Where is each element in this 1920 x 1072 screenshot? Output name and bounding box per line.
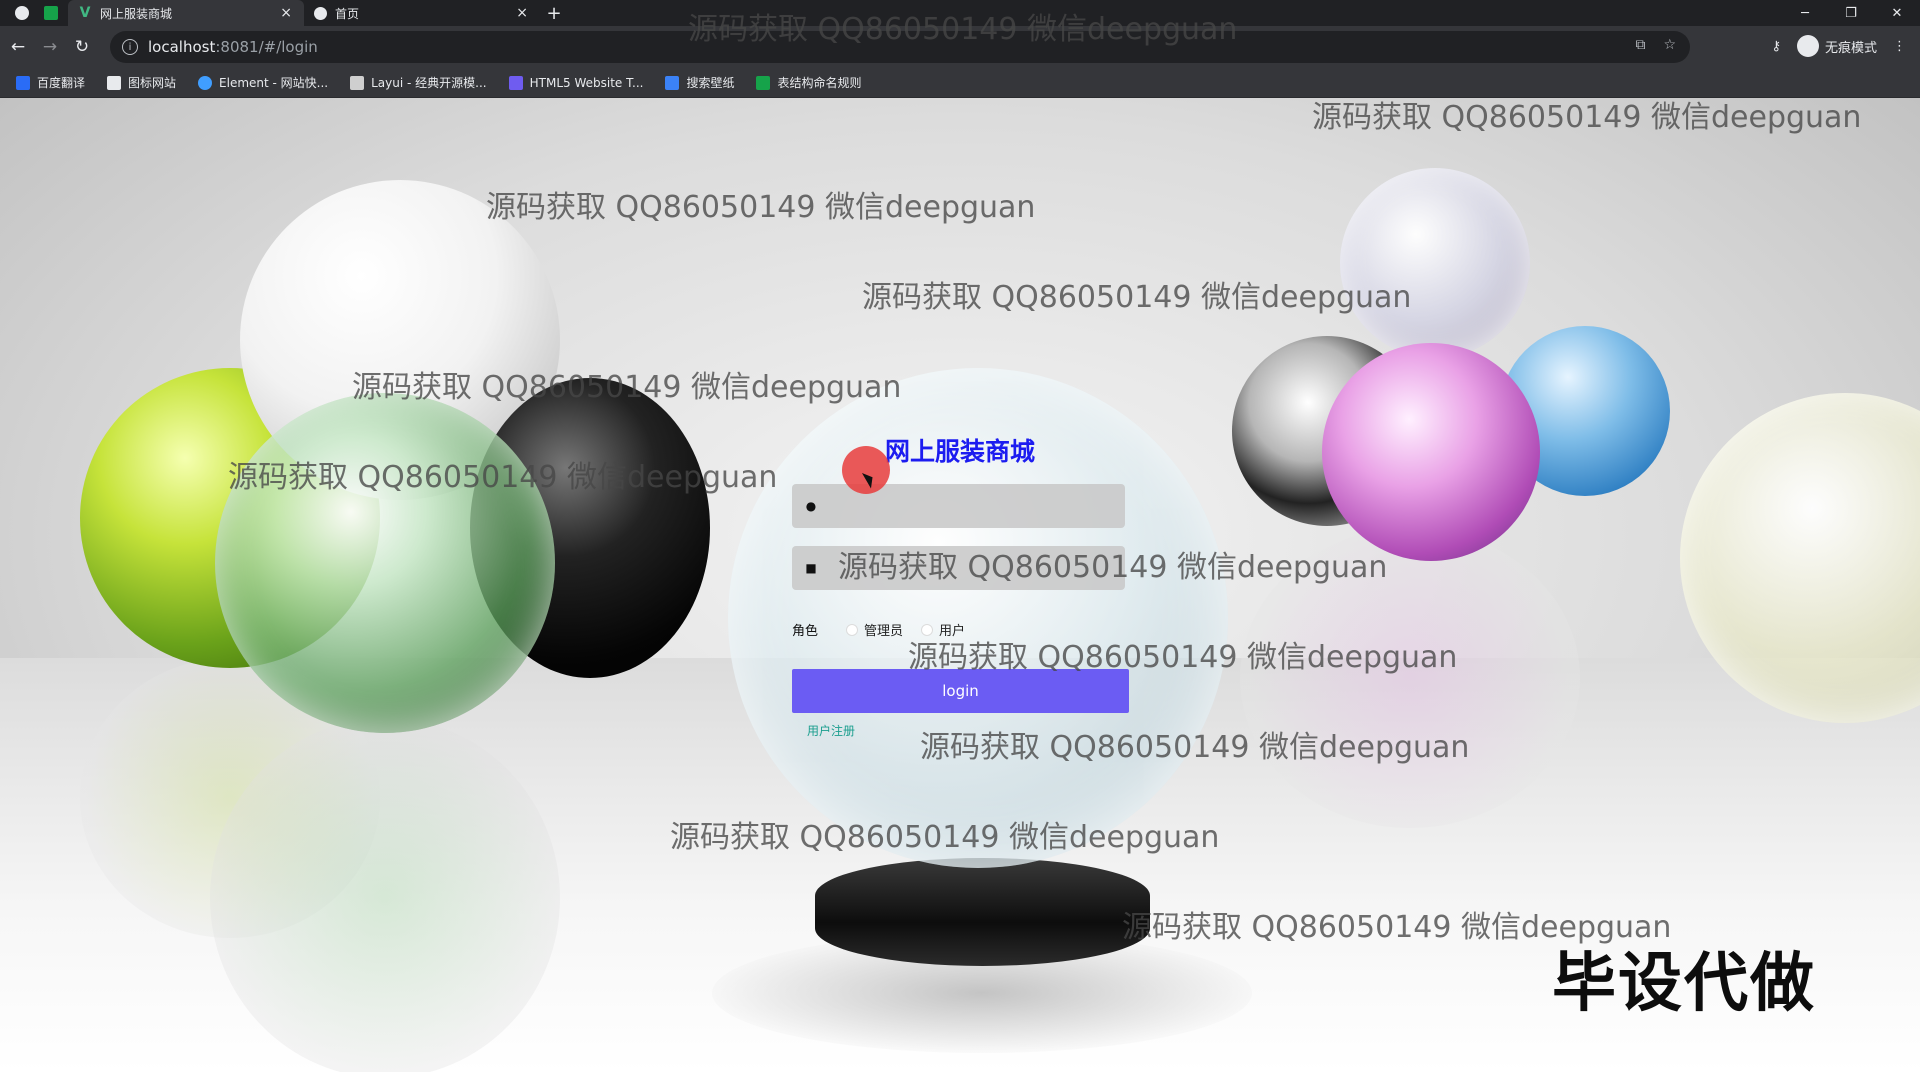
tab-close-icon[interactable]: × <box>278 5 294 21</box>
background-pedestal <box>815 858 1150 966</box>
back-icon[interactable]: ← <box>2 37 34 57</box>
tab-active[interactable]: V 网上服装商城 × <box>68 0 304 26</box>
translate-icon[interactable]: ⧉ <box>1635 37 1645 53</box>
bookmark-label: 图标网站 <box>128 76 177 90</box>
register-link[interactable]: 用户注册 <box>807 722 855 739</box>
key-icon[interactable]: ⚷ <box>1771 39 1781 54</box>
wallpaper-icon <box>665 75 680 90</box>
bookmark-label: 搜索壁纸 <box>686 76 735 90</box>
password-input[interactable] <box>828 547 1125 589</box>
tab-close-icon[interactable]: × <box>514 5 530 21</box>
bookmark-label: Layui - 经典开源模... <box>371 76 487 90</box>
bookmark-item[interactable]: 百度翻译 <box>8 71 93 95</box>
bookmark-label: 百度翻译 <box>37 76 86 90</box>
address-bar-row: ← → ↻ i localhost:8081/#/login ⧉ ☆ ⚷ 无痕模… <box>0 26 1920 68</box>
close-window-button[interactable]: ✕ <box>1874 0 1920 26</box>
vue-logo-icon: V <box>79 5 91 21</box>
tab-title: 首页 <box>335 6 360 21</box>
bookmark-item[interactable]: 表结构命名规则 <box>748 71 869 95</box>
url-path: :8081/#/login <box>215 38 318 56</box>
bookmark-icon <box>16 75 30 90</box>
window-controls: ─ ❐ ✕ <box>1782 0 1920 26</box>
tab-home[interactable]: 首页 × <box>304 0 540 26</box>
bookmark-item[interactable]: Element - 网站快... <box>190 71 336 95</box>
role-label: 角色 <box>792 624 819 639</box>
bookmark-item[interactable]: Layui - 经典开源模... <box>342 71 494 95</box>
pinned-tab-icon[interactable] <box>44 6 58 20</box>
element-logo-icon <box>198 75 213 90</box>
incognito-label: 无痕模式 <box>1824 40 1877 56</box>
login-button[interactable]: login <box>792 669 1129 713</box>
tab-bar: V 网上服装商城 × 首页 × + ─ ❐ ✕ <box>0 0 1920 26</box>
bookmark-item[interactable]: 图标网站 <box>99 71 184 95</box>
lock-icon: ■ <box>805 561 817 575</box>
url-input[interactable]: i localhost:8081/#/login ⧉ ☆ <box>110 31 1690 63</box>
html5-logo-icon <box>508 75 523 90</box>
promo-badge: 毕设代做 <box>1552 947 1816 1021</box>
background-sphere <box>215 393 555 733</box>
site-info-icon[interactable]: i <box>122 39 138 55</box>
layui-logo-icon <box>350 75 365 90</box>
role-radio-label: 用户 <box>939 624 966 639</box>
more-menu-icon[interactable]: ⋮ <box>1893 39 1906 54</box>
role-radio-user[interactable]: 用户 <box>921 620 965 639</box>
tab-title: 网上服装商城 <box>100 6 173 21</box>
incognito-icon <box>1796 35 1819 57</box>
radio-dot[interactable] <box>846 623 859 636</box>
username-field[interactable]: ● <box>792 484 1125 528</box>
radio-dot[interactable] <box>921 623 934 636</box>
incognito-indicator[interactable]: 无痕模式 <box>1796 35 1877 57</box>
globe-icon <box>314 6 327 20</box>
bookmark-label: HTML5 Website T... <box>529 75 644 90</box>
maximize-button[interactable]: ❐ <box>1828 0 1874 26</box>
background-reflection <box>210 718 560 1072</box>
password-field[interactable]: ■ <box>792 546 1125 590</box>
bookmark-item[interactable]: 搜索壁纸 <box>657 71 742 95</box>
background-reflection <box>1240 528 1580 828</box>
bookmark-item[interactable]: HTML5 Website T... <box>501 71 652 95</box>
role-selector: 角色 管理员 用户 <box>792 620 983 639</box>
minimize-button[interactable]: ─ <box>1782 0 1828 26</box>
user-icon: ● <box>805 499 817 513</box>
bookmark-star-icon[interactable]: ☆ <box>1663 37 1676 53</box>
sheet-icon <box>756 75 771 90</box>
bookmarks-bar: 百度翻译 图标网站 Element - 网站快... Layui - 经典开源模… <box>0 68 1920 98</box>
forward-icon[interactable]: → <box>34 37 66 57</box>
background-sphere <box>1322 343 1540 561</box>
new-tab-button[interactable]: + <box>540 0 568 26</box>
role-radio-label: 管理员 <box>864 624 904 639</box>
role-radio-admin[interactable]: 管理员 <box>846 620 903 639</box>
url-host: localhost <box>148 38 216 56</box>
url-text: localhost:8081/#/login <box>148 38 318 56</box>
background-sphere <box>1340 168 1530 358</box>
bookmark-label: 表结构命名规则 <box>777 76 862 90</box>
reload-icon[interactable]: ↻ <box>66 37 98 57</box>
flag-icon <box>107 75 122 90</box>
browser-menu-icon[interactable] <box>0 0 44 26</box>
bookmark-label: Element - 网站快... <box>219 76 329 90</box>
